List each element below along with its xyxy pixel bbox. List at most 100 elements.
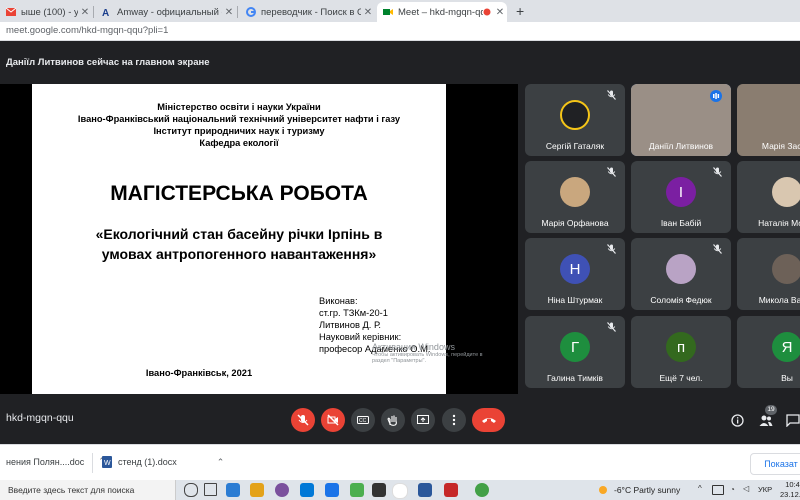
- tab-divider: [93, 6, 94, 18]
- participant-tile[interactable]: Сергій Гаталяк: [525, 84, 625, 156]
- participant-photo: [560, 177, 590, 207]
- url-text[interactable]: meet.google.com/hkd-mgqn-qqu?pli=1: [6, 25, 168, 36]
- tray-chevron-icon[interactable]: ^: [698, 484, 702, 493]
- chrome-icon[interactable]: [392, 483, 408, 499]
- volume-icon[interactable]: ◁: [743, 484, 749, 493]
- presenter-status: Даніїл Литвинов сейчас на главном экране: [6, 57, 210, 68]
- battery-icon[interactable]: [712, 485, 724, 495]
- people-button[interactable]: [759, 414, 773, 427]
- participant-tile[interactable]: Г Галина Тимків: [525, 316, 625, 388]
- participant-name: Ніна Штурмак: [547, 295, 603, 305]
- new-tab-button[interactable]: +: [516, 3, 524, 19]
- camera-toggle-button[interactable]: [321, 408, 345, 432]
- meeting-code: hkd-mgqn-qqu: [6, 412, 74, 424]
- more-options-button[interactable]: [442, 408, 466, 432]
- hang-up-icon: [481, 415, 497, 425]
- participant-name: Ещё 7 чел.: [659, 373, 703, 383]
- downloads-bar: нения Полян....doc ⌃ W стенд (1).docx ⌃ …: [0, 444, 800, 481]
- file-explorer-icon[interactable]: [250, 483, 264, 497]
- participant-tile[interactable]: Н Ніна Штурмак: [525, 238, 625, 310]
- participant-tile[interactable]: Я Вы: [737, 316, 800, 388]
- participant-name: Галина Тимків: [547, 373, 603, 383]
- app-icon[interactable]: [350, 483, 364, 497]
- download-item[interactable]: нения Полян....doc ⌃: [6, 456, 106, 467]
- participant-tile[interactable]: Наталія Моска: [737, 161, 800, 233]
- mail-icon: [6, 7, 16, 17]
- participant-photo: [666, 254, 696, 284]
- tab-gmail[interactable]: ыше (100) - yarad1964@gm ✕: [0, 2, 92, 22]
- mic-off-icon: [607, 90, 616, 100]
- participant-tile[interactable]: Микола Васил: [737, 238, 800, 310]
- weather-text[interactable]: -6°C Partly sunny: [614, 485, 680, 495]
- participant-photo: [772, 254, 800, 284]
- presentation-banner: Даніїл Литвинов сейчас на главном экране: [0, 41, 800, 83]
- task-view-icon[interactable]: [204, 483, 217, 496]
- edge-icon[interactable]: [226, 483, 240, 497]
- slide-title: МАГІСТЕРСЬКА РОБОТА: [110, 182, 368, 205]
- mic-off-icon: [607, 244, 616, 254]
- network-icon[interactable]: ◔: [730, 485, 735, 494]
- captions-button[interactable]: CC: [351, 408, 375, 432]
- app-icon[interactable]: [475, 483, 489, 497]
- media-icon[interactable]: [372, 483, 386, 497]
- viber-icon[interactable]: [275, 483, 289, 497]
- mic-off-icon: [607, 167, 616, 177]
- slide-author-line: ст.гр. ТЗКм-20-1: [319, 308, 388, 318]
- slide-header-line: Івано-Франківський національний технічни…: [77, 114, 401, 124]
- show-all-downloads-button[interactable]: Показат: [750, 453, 800, 475]
- participant-name: Наталія Моска: [758, 218, 800, 228]
- svg-text:CC: CC: [359, 418, 367, 424]
- taskbar-search-box[interactable]: Введите здесь текст для поиска: [0, 480, 176, 500]
- info-icon: [731, 414, 744, 427]
- address-bar[interactable]: meet.google.com/hkd-mgqn-qqu?pli=1: [0, 22, 800, 41]
- hand-icon: [387, 414, 399, 426]
- taskbar-search-placeholder: Введите здесь текст для поиска: [8, 485, 135, 495]
- slide-subtitle-line: умовах антропогенного навантаження»: [101, 246, 377, 262]
- mic-toggle-button[interactable]: [291, 408, 315, 432]
- participant-tile[interactable]: Даніїл Литвинов: [631, 84, 731, 156]
- mail-app-icon[interactable]: [325, 483, 339, 497]
- clock[interactable]: 10:4 23.12.2: [780, 480, 800, 500]
- slide-header-line: Міністерство освіти і науки України: [157, 102, 321, 112]
- word-document-icon: W: [102, 456, 112, 468]
- mic-off-icon: [713, 244, 722, 254]
- tab-divider: [237, 6, 238, 18]
- word-icon[interactable]: [418, 483, 432, 497]
- participants-count-badge: 19: [765, 405, 777, 415]
- present-screen-button[interactable]: [411, 408, 435, 432]
- download-divider: [92, 453, 93, 473]
- tab-google-search[interactable]: переводчик - Поиск в Google ✕: [240, 2, 375, 22]
- chevron-up-icon[interactable]: ⌃: [217, 457, 225, 468]
- chat-button[interactable]: [786, 414, 800, 427]
- tab-meet[interactable]: Meet – hkd-mgqn-qqu ✕: [377, 2, 507, 22]
- close-icon[interactable]: ✕: [78, 7, 92, 18]
- meeting-info-button[interactable]: [731, 414, 744, 427]
- slide-author-line: Виконав:: [319, 296, 358, 306]
- slide-header-line: Кафедра екології: [199, 138, 279, 148]
- participant-name: Сергій Гаталяк: [545, 141, 605, 151]
- close-icon[interactable]: ✕: [361, 7, 375, 18]
- leave-call-button[interactable]: [472, 408, 505, 432]
- slide-author-line: Литвинов Д. Р.: [319, 320, 381, 330]
- meeting-controls-bar: hkd-mgqn-qqu CC 19: [0, 394, 800, 444]
- participant-name: Марія Орфанова: [541, 218, 609, 228]
- participant-tile[interactable]: п Ещё 7 чел.: [631, 316, 731, 388]
- participant-name: Соломія Федюк: [650, 295, 712, 305]
- weather-icon[interactable]: [596, 483, 610, 497]
- app-icon[interactable]: [444, 483, 458, 497]
- tab-strip: ыше (100) - yarad1964@gm ✕ A Amway - офи…: [0, 0, 800, 22]
- download-item[interactable]: W стенд (1).docx ⌃: [102, 456, 224, 468]
- close-icon[interactable]: ✕: [222, 7, 236, 18]
- activation-watermark: Активация Windows Чтобы активировать Win…: [372, 342, 483, 364]
- raise-hand-button[interactable]: [381, 408, 405, 432]
- close-icon[interactable]: ✕: [493, 7, 507, 18]
- cortana-icon[interactable]: [184, 483, 198, 497]
- keyboard-language[interactable]: УКР: [758, 485, 772, 494]
- participant-tile[interactable]: Марія Засідк: [737, 84, 800, 156]
- participant-tile[interactable]: І Іван Бабій: [631, 161, 731, 233]
- participant-photo: [560, 100, 590, 130]
- tab-amway[interactable]: A Amway - официальный сайт и п ✕: [96, 2, 236, 22]
- participant-tile[interactable]: Марія Орфанова: [525, 161, 625, 233]
- store-icon[interactable]: [300, 483, 314, 497]
- participant-tile[interactable]: Соломія Федюк: [631, 238, 731, 310]
